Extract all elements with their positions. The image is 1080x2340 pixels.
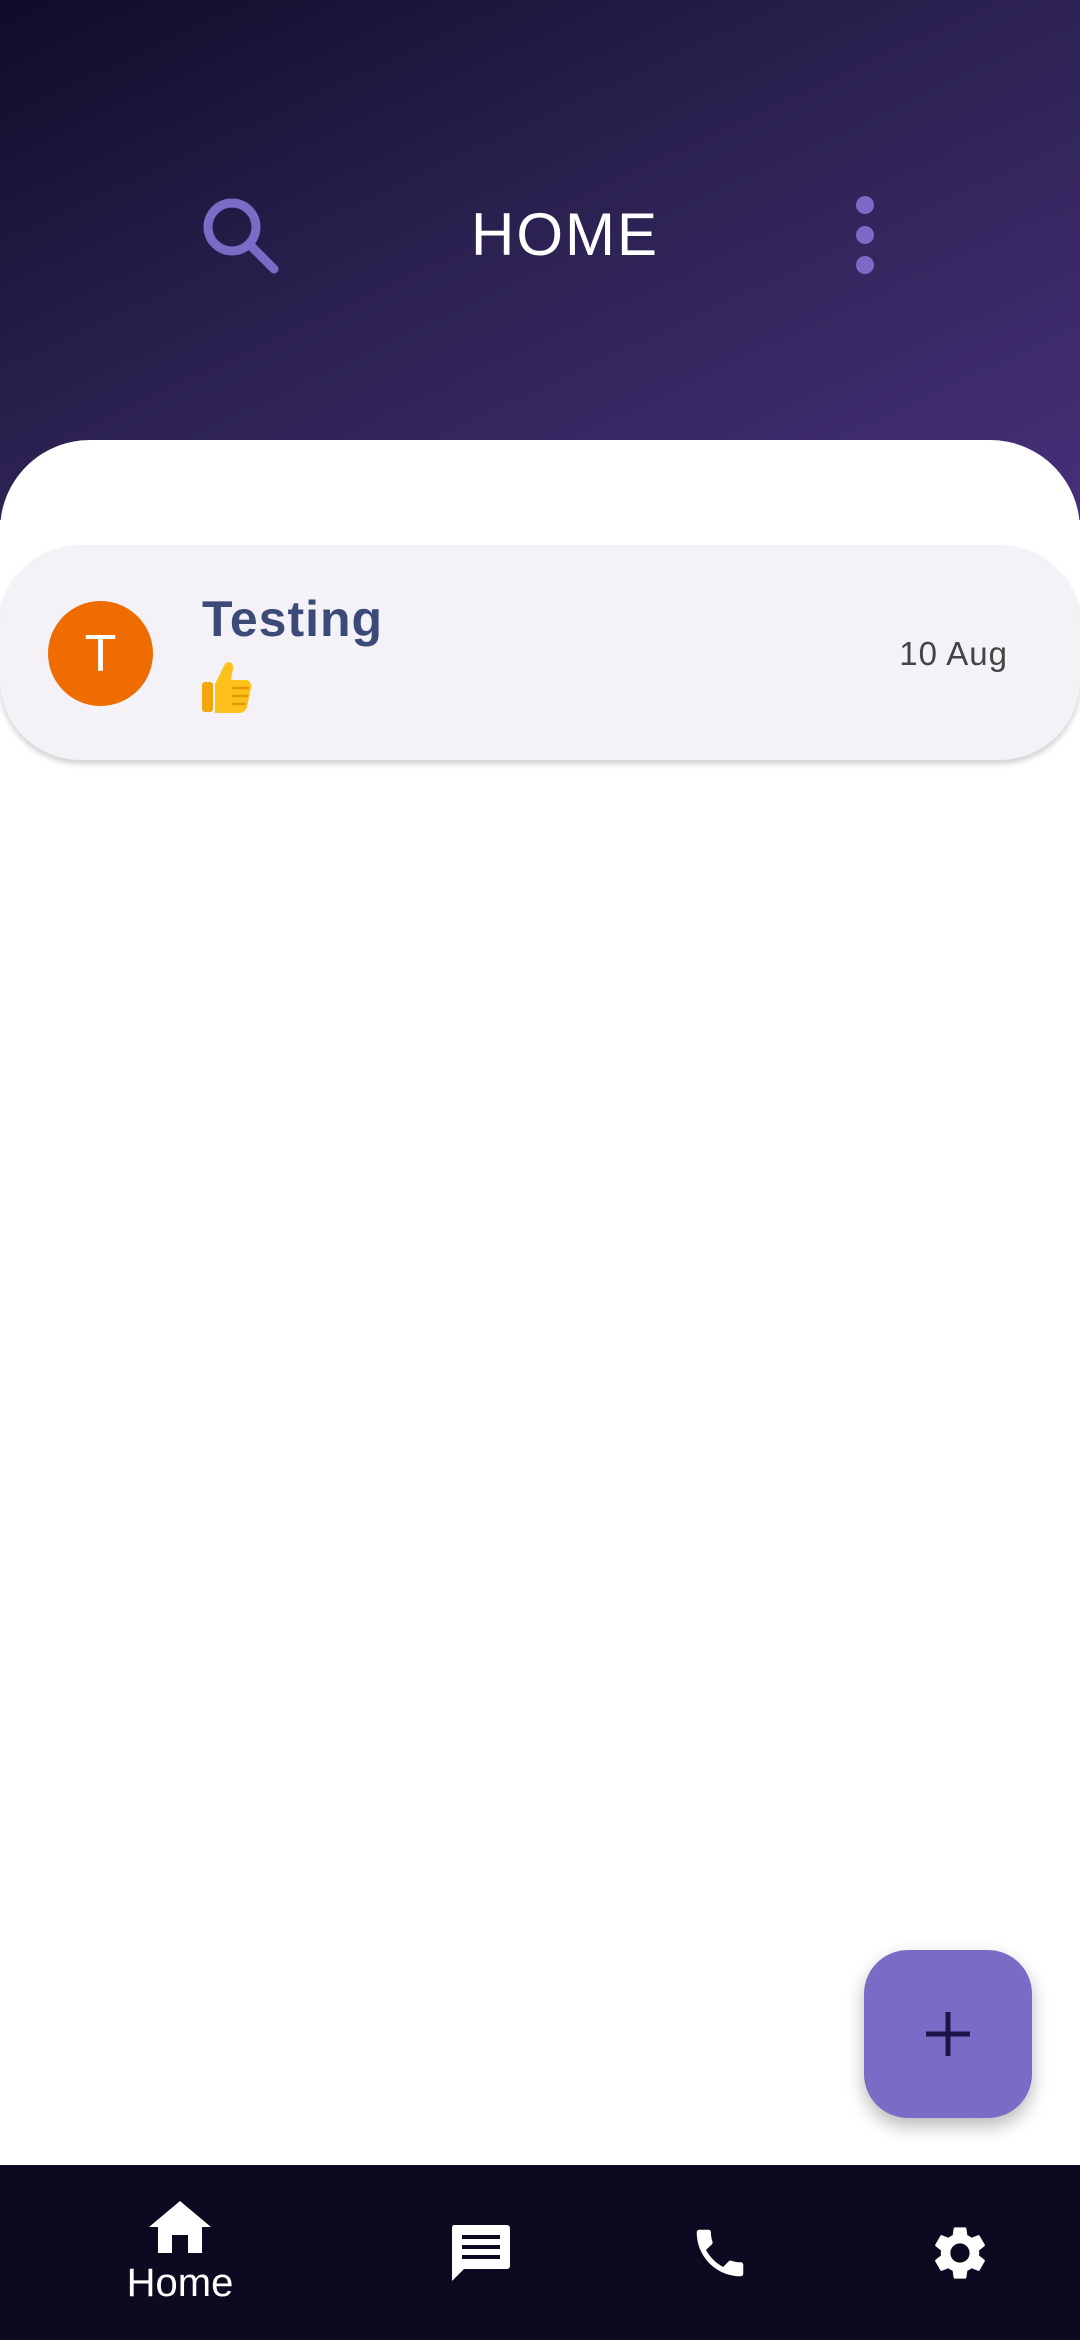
page-title: HOME <box>471 201 659 268</box>
chat-icon <box>452 2224 510 2281</box>
gear-icon <box>935 2226 985 2279</box>
search-icon <box>203 198 279 274</box>
plus-icon <box>926 2012 970 2056</box>
chat-list-item[interactable]: T Testing 10 Aug <box>0 545 1080 760</box>
chat-name: Testing <box>202 591 384 647</box>
nav-item-home[interactable]: Home <box>80 2165 280 2340</box>
bottom-navigation: Home <box>0 2165 1080 2340</box>
more-vertical-icon <box>856 196 874 274</box>
home-icon <box>149 2201 211 2253</box>
nav-item-settings[interactable] <box>860 2165 1060 2340</box>
avatar: T <box>48 601 153 706</box>
chat-timestamp: 10 Aug <box>899 635 1008 672</box>
thumbs-up-emoji-icon <box>200 660 252 714</box>
new-chat-button[interactable] <box>864 1950 1032 2118</box>
nav-item-calls[interactable] <box>620 2165 820 2340</box>
nav-item-chats[interactable] <box>380 2165 580 2340</box>
more-options-button[interactable] <box>820 185 910 285</box>
nav-item-label: Home <box>126 2261 234 2305</box>
search-button[interactable] <box>190 185 290 285</box>
phone-icon <box>696 2229 744 2276</box>
